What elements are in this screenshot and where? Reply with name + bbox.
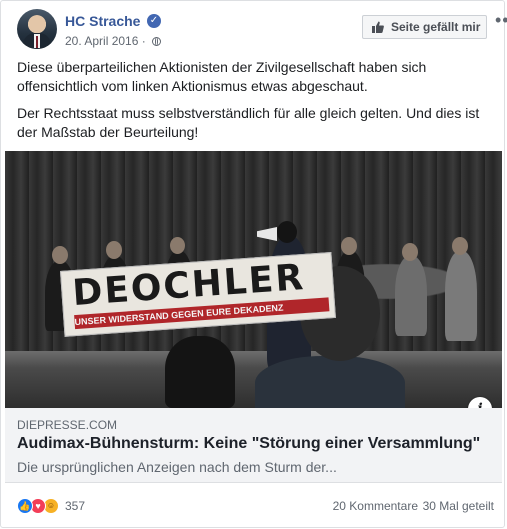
link-preview-image[interactable]: DEOCHLER UNSER WIDERSTAND GEGEN EURE DEK… — [5, 151, 502, 408]
link-preview[interactable]: DIEPRESSE.COM Audimax-Bühnensturm: Keine… — [5, 408, 502, 483]
reaction-count[interactable]: 357 — [65, 499, 85, 513]
post-paragraph: Diese überparteilichen Aktionisten der Z… — [17, 59, 427, 94]
share-count[interactable]: 30 Mal geteilt — [423, 499, 494, 513]
author-name[interactable]: HC Strache — [65, 13, 140, 29]
post-card: HC Strache ✓ 20. April 2016 · Seite gefä… — [0, 0, 507, 528]
like-reaction-icon[interactable]: 👍 — [17, 498, 33, 514]
thumbs-up-icon — [372, 21, 384, 33]
link-description: Die ursprünglichen Anzeigen nach dem Stu… — [17, 459, 337, 475]
comment-count[interactable]: 20 Kommentare — [333, 499, 418, 513]
more-options-icon[interactable]: ••• — [495, 11, 507, 29]
link-title[interactable]: Audimax-Bühnensturm: Keine "Störung eine… — [17, 435, 480, 453]
post-footer: 👍 ♥ ☺ 357 20 Kommentare 30 Mal geteilt — [17, 496, 494, 518]
verified-badge-icon: ✓ — [147, 14, 161, 28]
post-text: Diese überparteilichen Aktionisten der Z… — [17, 58, 487, 150]
avatar[interactable] — [17, 9, 57, 49]
post-paragraph: Der Rechtsstaat muss selbstverständlich … — [17, 105, 480, 140]
post-date[interactable]: 20. April 2016 — [65, 34, 138, 48]
like-page-label: Seite gefällt mir — [391, 20, 481, 34]
post-header: HC Strache ✓ 20. April 2016 · Seite gefä… — [17, 7, 507, 51]
globe-icon[interactable] — [152, 37, 162, 46]
link-domain: DIEPRESSE.COM — [17, 418, 118, 432]
like-page-button[interactable]: Seite gefällt mir — [362, 15, 487, 39]
post-meta: 20. April 2016 · — [65, 34, 162, 48]
